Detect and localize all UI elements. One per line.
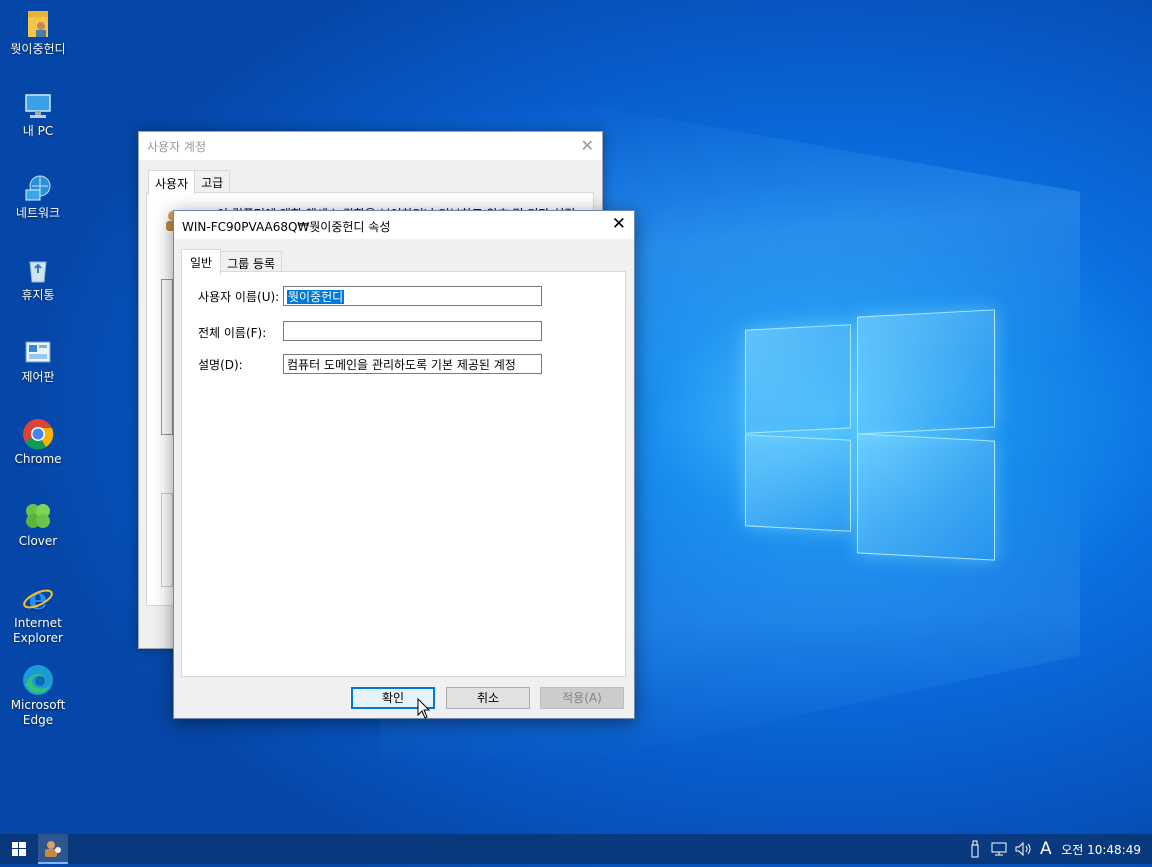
password-box	[161, 493, 173, 587]
fullname-label: 전체 이름(F):	[198, 326, 267, 340]
desktop-icon-this-pc[interactable]: 내 PC	[4, 90, 72, 139]
desktop-icon-network[interactable]: 네트워크	[4, 172, 72, 221]
close-icon[interactable]: ✕	[612, 214, 626, 234]
tab-users[interactable]: 사용자	[148, 170, 196, 195]
taskbar-user-accounts[interactable]	[38, 834, 68, 864]
ie-icon: e	[22, 582, 54, 617]
desktop-icon-label: Clover	[18, 534, 58, 548]
desktop-icon-microsoft-edge[interactable]: Microsoft Edge	[4, 664, 72, 728]
ime-indicator[interactable]: A	[1040, 839, 1052, 859]
user-folder-icon	[22, 8, 54, 40]
window-title: 사용자 계정	[147, 140, 207, 154]
desktop-icon-control-panel[interactable]: 제어판	[4, 336, 72, 385]
clock[interactable]: 오전 10:48:49	[1061, 841, 1141, 858]
desktop-icon-internet-explorer[interactable]: e Internet Explorer	[4, 582, 72, 646]
desktop-icon-clover[interactable]: Clover	[4, 500, 72, 549]
computer-icon	[22, 90, 54, 122]
desktop-icon-label: Microsoft Edge	[10, 698, 66, 727]
fullname-field[interactable]	[283, 321, 542, 341]
start-button[interactable]	[0, 834, 38, 864]
clover-icon	[22, 500, 54, 532]
mouse-cursor-icon	[417, 697, 431, 723]
desktop-icon-label: 제어판	[21, 370, 55, 384]
description-label: 설명(D):	[198, 358, 243, 372]
dialog-title: WIN-FC90PVAA68Q₩뭣이중헌디 속성	[182, 220, 391, 234]
chrome-icon	[22, 418, 54, 450]
desktop-icon-label: Internet Explorer	[13, 616, 63, 645]
title-bar: WIN-FC90PVAA68Q₩뭣이중헌디 속성 ✕	[174, 211, 634, 239]
windows-start-icon	[12, 842, 26, 856]
description-field[interactable]: 컴퓨터 도메인을 관리하도록 기본 제공된 계정	[283, 354, 542, 374]
user-list[interactable]	[161, 279, 173, 435]
username-field[interactable]: 뭣이중헌디	[283, 286, 542, 306]
desktop-icon-label: Chrome	[14, 452, 62, 466]
volume-icon[interactable]	[1014, 841, 1032, 861]
general-tab-panel: 사용자 이름(U): 뭣이중헌디 전체 이름(F): 설명(D): 컴퓨터 도메…	[181, 271, 626, 677]
recycle-bin-icon	[22, 254, 54, 286]
user-accounts-icon	[45, 841, 61, 857]
windows-logo-wallpaper	[745, 305, 995, 563]
network-icon	[22, 172, 54, 204]
control-panel-icon	[22, 336, 54, 368]
desktop-icon-label: 휴지통	[21, 288, 55, 302]
cancel-button[interactable]: 취소	[446, 687, 530, 709]
taskbar: A 오전 10:48:49	[0, 834, 1152, 864]
username-label: 사용자 이름(U):	[198, 290, 280, 304]
svg-text:e: e	[28, 582, 47, 614]
desktop-icon-user-folder[interactable]: 뭣이중헌디	[4, 8, 72, 57]
user-properties-dialog[interactable]: WIN-FC90PVAA68Q₩뭣이중헌디 속성 ✕ 일반 그룹 등록 사용자 …	[173, 210, 635, 719]
desktop-icon-recycle-bin[interactable]: 휴지통	[4, 254, 72, 303]
desktop-icon-label: 네트워크	[15, 206, 61, 220]
title-bar: 사용자 계정 ✕	[139, 132, 602, 160]
tab-general[interactable]: 일반	[181, 249, 222, 275]
edge-icon	[22, 664, 54, 696]
username-value: 뭣이중헌디	[287, 290, 345, 304]
desktop-icon-chrome[interactable]: Chrome	[4, 418, 72, 467]
close-icon[interactable]: ✕	[581, 136, 594, 155]
usb-icon[interactable]	[969, 840, 981, 862]
network-tray-icon[interactable]	[990, 841, 1008, 861]
desktop-icon-label: 내 PC	[22, 124, 54, 138]
apply-button[interactable]: 적용(A)	[540, 687, 624, 709]
desktop-icon-label: 뭣이중헌디	[10, 42, 66, 56]
